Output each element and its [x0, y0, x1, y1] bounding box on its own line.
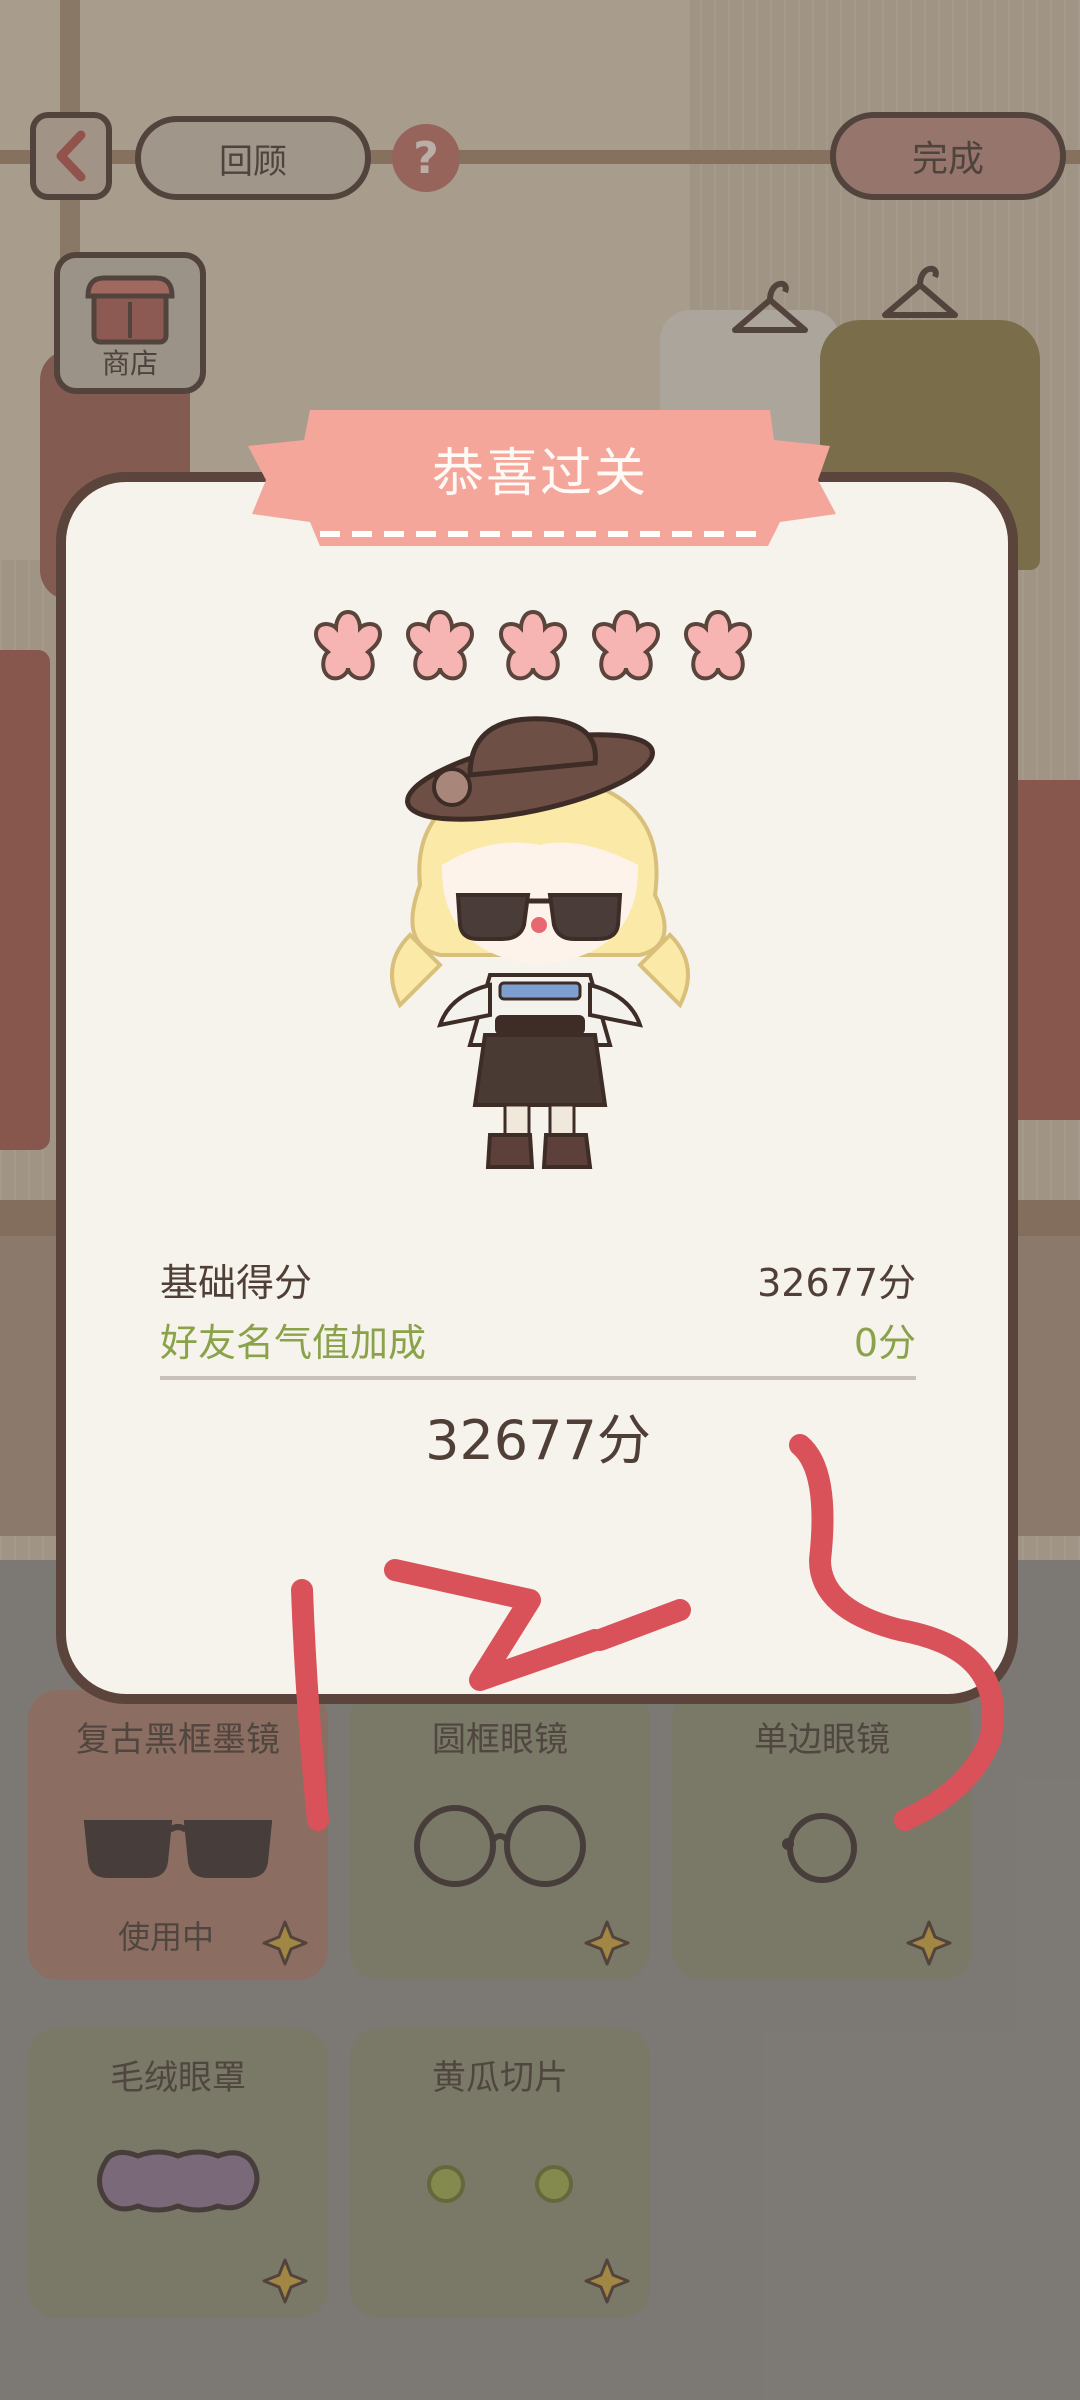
- star-icon: [683, 609, 753, 681]
- base-score-label: 基础得分: [160, 1261, 313, 1305]
- star-icon: [405, 609, 475, 681]
- rating-stars: [313, 609, 753, 681]
- dialog-title: 恭喜过关: [431, 444, 648, 504]
- base-score-row: 基础得分 32677分: [160, 1252, 916, 1307]
- total-score: 32677分: [425, 1409, 651, 1472]
- star-icon: [591, 609, 661, 681]
- bonus-score-row: 好友名气值加成 0分: [160, 1312, 916, 1367]
- character-avatar: [390, 716, 690, 1169]
- bonus-score-value: 0分: [853, 1321, 916, 1365]
- star-icon: [498, 609, 568, 681]
- score-divider: [160, 1376, 916, 1380]
- bonus-score-label: 好友名气值加成: [160, 1321, 427, 1365]
- base-score-value: 32677分: [757, 1261, 916, 1305]
- star-icon: [313, 609, 383, 681]
